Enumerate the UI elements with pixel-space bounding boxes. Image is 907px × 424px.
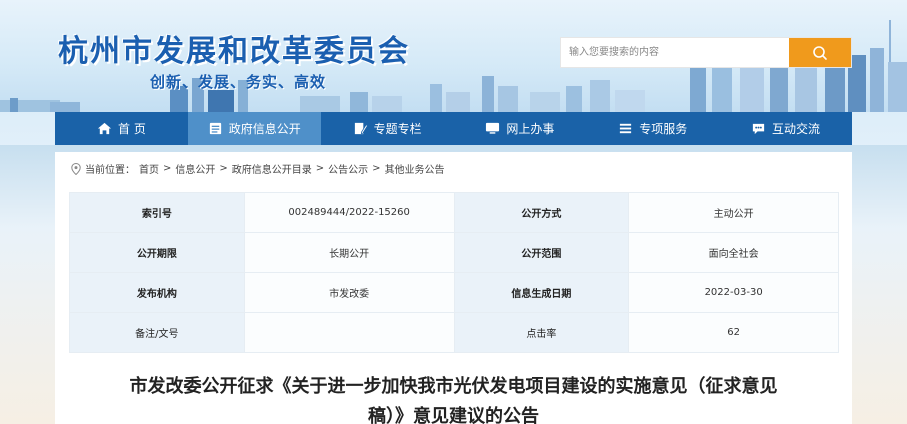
edit-icon	[354, 122, 368, 135]
search-input[interactable]	[561, 38, 789, 67]
table-row: 发布机构 市发改委 信息生成日期 2022-03-30	[69, 272, 839, 313]
main-content: 当前位置： 首页 > 信息公开 > 政府信息公开目录 > 公告公示 > 其他业务公告 索…	[55, 152, 852, 424]
meta-key: 备注/文号	[69, 312, 245, 353]
list-icon	[620, 123, 632, 134]
meta-key: 发布机构	[69, 272, 245, 313]
meta-value: 面向全社会	[628, 232, 839, 273]
breadcrumb-separator: >	[163, 163, 172, 174]
meta-key: 信息生成日期	[453, 272, 630, 313]
nav-item-label: 网上办事	[506, 122, 555, 136]
meta-value: 长期公开	[243, 232, 455, 273]
meta-key: 公开期限	[69, 232, 245, 273]
meta-value: 62	[628, 312, 839, 353]
document-title-line2: 稿）》意见建议的公告	[368, 406, 539, 424]
home-icon	[97, 122, 112, 135]
meta-value	[243, 312, 455, 353]
meta-key: 公开范围	[453, 232, 630, 273]
meta-value: 2022-03-30	[628, 272, 839, 313]
main-nav: 首 页 政府信息公开 专题专栏 网上办事 专项服务 互动交流	[55, 112, 852, 145]
table-row: 备注/文号 点击率 62	[69, 312, 839, 353]
nav-item-label: 互动交流	[772, 122, 821, 136]
search-box	[560, 37, 852, 68]
breadcrumb-link-info-open[interactable]: 信息公开	[175, 161, 215, 176]
nav-item-label: 专项服务	[639, 122, 688, 136]
nav-item-special-services[interactable]: 专项服务	[586, 112, 719, 145]
chat-icon	[752, 123, 765, 135]
search-button[interactable]	[789, 38, 851, 67]
table-row: 索引号 002489444/2022-15260 公开方式 主动公开	[69, 192, 839, 233]
breadcrumb-link-home[interactable]: 首页	[139, 161, 159, 176]
meta-value: 002489444/2022-15260	[243, 192, 455, 233]
breadcrumb-separator: >	[219, 163, 228, 174]
site-title: 杭州市发展和改革委员会	[58, 34, 410, 69]
nav-item-topics[interactable]: 专题专栏	[321, 112, 454, 145]
nav-item-online-services[interactable]: 网上办事	[453, 112, 586, 145]
location-pin-icon	[71, 162, 81, 175]
document-title: 市发改委公开征求《关于进一步加快我市光伏发电项目建设的实施意见（征求意见 稿）》…	[55, 372, 852, 424]
breadcrumb-separator: >	[372, 163, 381, 174]
document-icon	[209, 122, 221, 135]
site-slogan: 创新、发展、务实、高效	[150, 73, 327, 91]
document-title-line1: 市发改委公开征求《关于进一步加快我市光伏发电项目建设的实施意见（征求意见	[129, 376, 778, 397]
meta-value: 市发改委	[243, 272, 455, 313]
nav-item-gov-info[interactable]: 政府信息公开	[187, 112, 321, 145]
breadcrumb-prefix: 当前位置：	[85, 165, 135, 176]
breadcrumb: 当前位置： 首页 > 信息公开 > 政府信息公开目录 > 公告公示 > 其他业务公告	[71, 161, 445, 176]
meta-value: 主动公开	[628, 192, 839, 233]
meta-key: 索引号	[69, 192, 245, 233]
breadcrumb-link-catalog[interactable]: 政府信息公开目录	[232, 161, 312, 176]
breadcrumb-separator: >	[315, 163, 325, 174]
table-row: 公开期限 长期公开 公开范围 面向全社会	[69, 232, 839, 273]
header-banner: 杭州市发展和改革委员会 创新、发展、务实、高效	[0, 0, 907, 112]
nav-item-label: 专题专栏	[373, 122, 422, 136]
monitor-icon	[486, 122, 500, 134]
breadcrumb-link-announcements[interactable]: 公告公示	[328, 161, 368, 176]
nav-item-label: 首 页	[118, 122, 146, 136]
breadcrumb-link-other-notices[interactable]: 其他业务公告	[385, 161, 445, 176]
meta-key: 点击率	[453, 312, 630, 353]
meta-key: 公开方式	[453, 192, 630, 233]
nav-item-home[interactable]: 首 页	[55, 112, 188, 145]
nav-item-label: 政府信息公开	[228, 122, 301, 136]
nav-item-interaction[interactable]: 互动交流	[719, 112, 852, 145]
search-icon	[813, 45, 827, 60]
document-meta-table: 索引号 002489444/2022-15260 公开方式 主动公开 公开期限 …	[69, 192, 839, 353]
